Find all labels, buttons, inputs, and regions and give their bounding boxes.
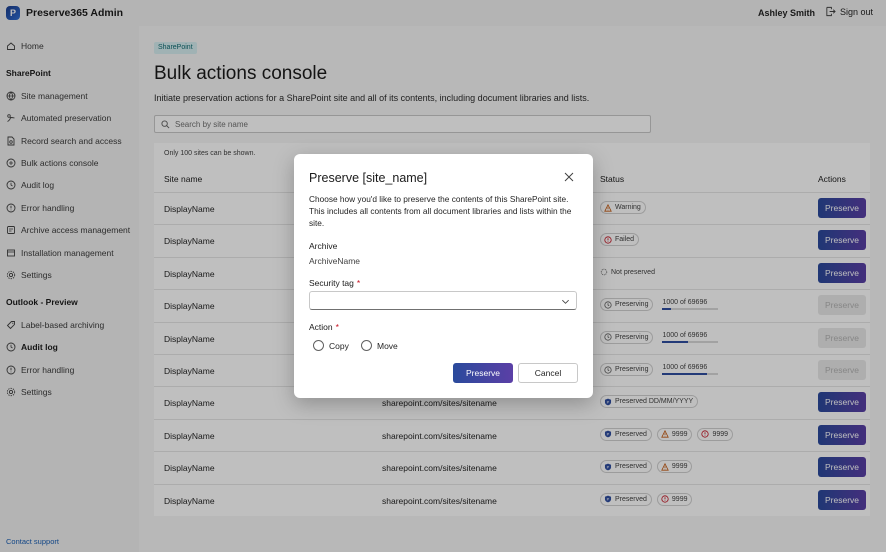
- security-tag-label: Security tag *: [309, 278, 360, 288]
- required-indicator: *: [335, 322, 339, 332]
- close-button[interactable]: [564, 172, 576, 184]
- dialog-preserve-button[interactable]: Preserve: [453, 363, 513, 383]
- security-tag-dropdown[interactable]: [309, 291, 577, 310]
- radio-move[interactable]: Move: [361, 340, 398, 351]
- close-icon: [564, 172, 574, 182]
- action-label-text: Action: [309, 322, 333, 332]
- security-tag-label-text: Security tag: [309, 278, 354, 288]
- chevron-down-icon: [562, 299, 569, 304]
- action-label: Action *: [309, 322, 339, 332]
- radio-move-label: Move: [377, 340, 398, 351]
- radio-copy-label: Copy: [329, 340, 349, 351]
- archive-value: ArchiveName: [309, 256, 361, 266]
- dialog-cancel-button[interactable]: Cancel: [518, 363, 578, 383]
- radio-circle[interactable]: [313, 340, 324, 351]
- radio-copy[interactable]: Copy: [313, 340, 349, 351]
- archive-label: Archive: [309, 241, 338, 251]
- dialog-description: Choose how you'd like to preserve the co…: [309, 194, 572, 228]
- required-indicator: *: [356, 278, 361, 288]
- dialog-title: Preserve [site_name]: [309, 171, 428, 185]
- radio-circle[interactable]: [361, 340, 372, 351]
- preserve-dialog: Preserve [site_name] Choose how you'd li…: [294, 154, 593, 398]
